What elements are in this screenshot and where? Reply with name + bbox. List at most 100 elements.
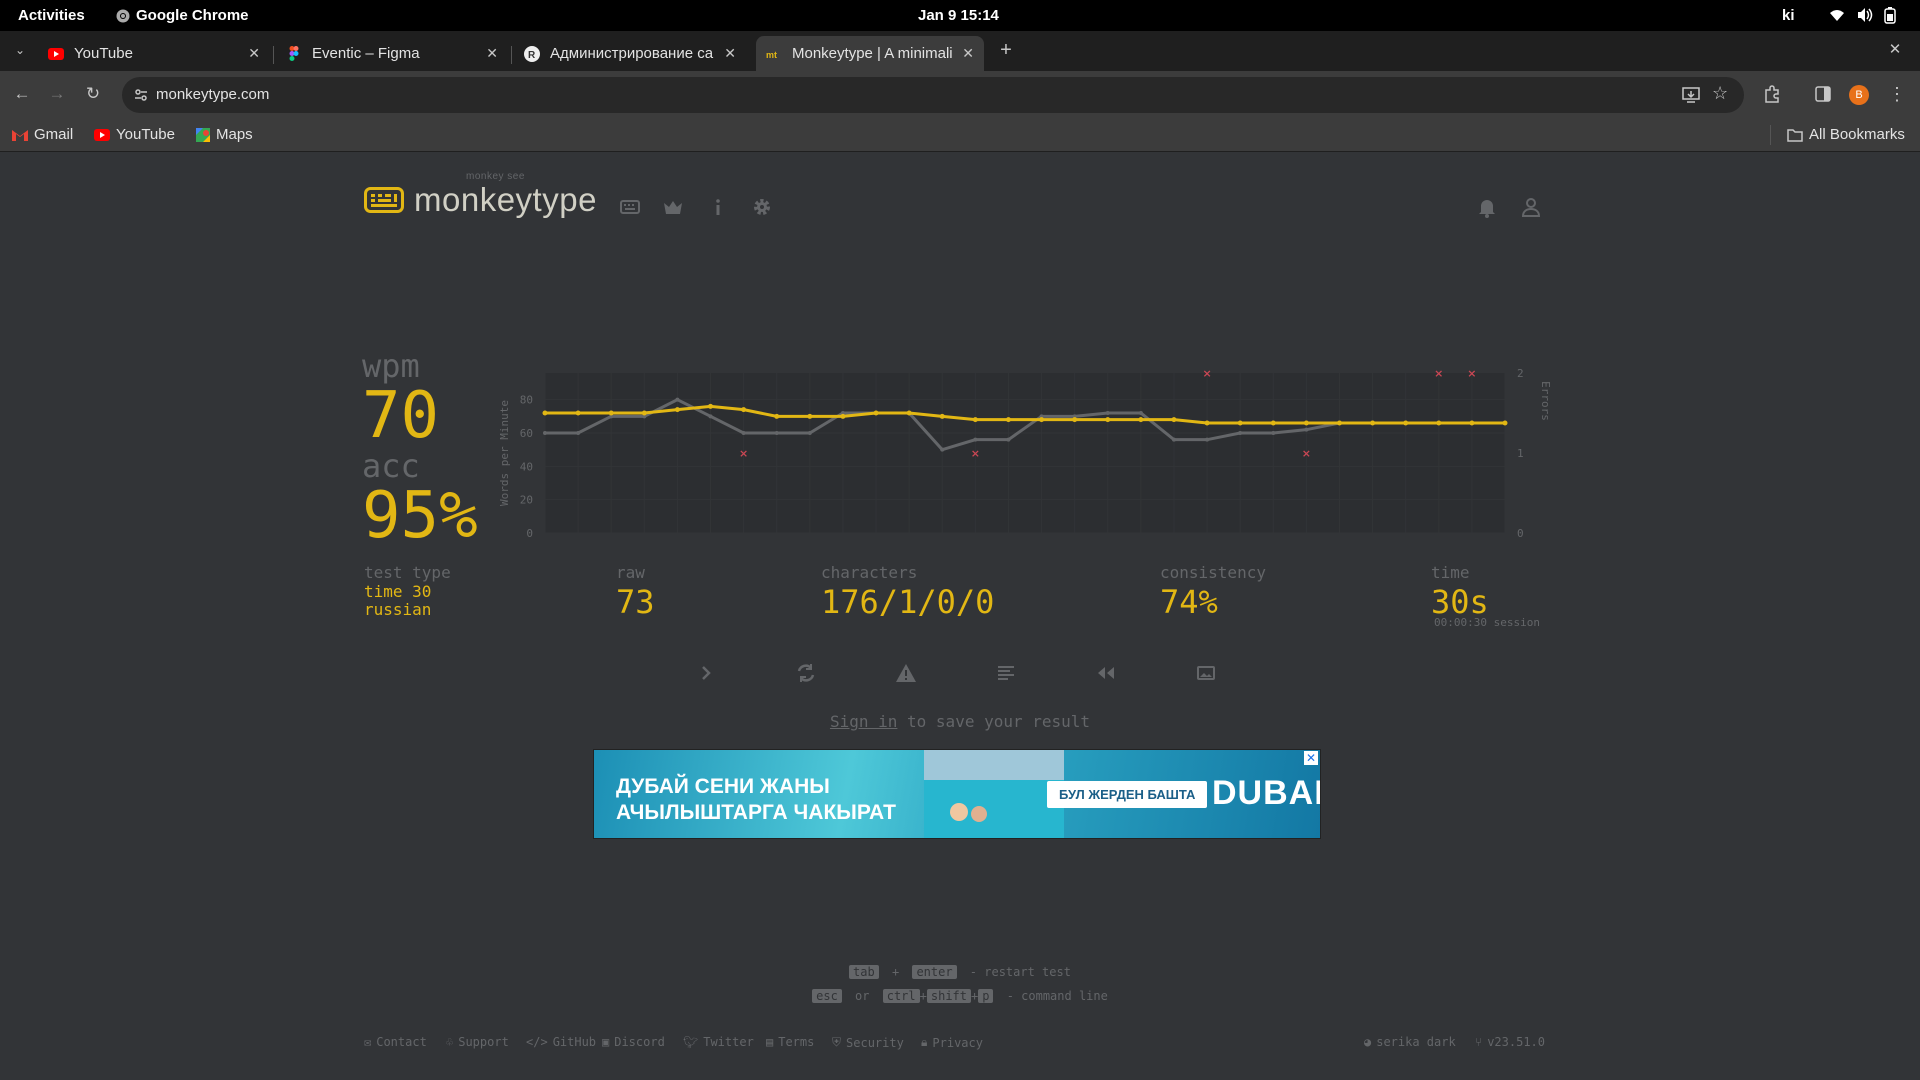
maps-icon [196, 127, 210, 142]
repeat-test-icon[interactable] [793, 660, 819, 686]
wpm-label: wpm [362, 347, 420, 385]
gear-icon[interactable] [750, 195, 774, 219]
tab-figma[interactable]: Eventic – Figma ✕ [276, 36, 508, 71]
sign-in-link[interactable]: Sign in [830, 712, 897, 731]
wpm-value[interactable]: 70 [362, 381, 439, 451]
close-icon[interactable]: ✕ [724, 45, 736, 62]
raw-point [1138, 411, 1143, 415]
error-marker: × [1302, 447, 1311, 460]
footer-link-label: GitHub [552, 1035, 597, 1049]
all-bookmarks[interactable]: All Bookmarks [1787, 126, 1905, 143]
test-type-language[interactable]: russian [364, 601, 431, 619]
new-tab-plus-icon[interactable]: + [996, 40, 1016, 60]
bookmark-gmail[interactable]: Gmail [12, 126, 73, 143]
tab-monkeytype[interactable]: mt Monkeytype | A minimali ✕ [756, 36, 984, 71]
bell-icon[interactable] [1475, 195, 1499, 219]
footer-twitter[interactable]: 🐦︎ Twitter [683, 1035, 754, 1049]
logo[interactable]: monkey see monkeytype [364, 171, 597, 219]
time-label: time [1431, 563, 1470, 582]
user-icon[interactable] [1519, 195, 1543, 219]
x-tick-label: 5 [674, 541, 681, 543]
wpm-point [542, 410, 548, 416]
info-icon[interactable] [706, 195, 730, 219]
svg-text:R: R [528, 50, 536, 61]
x-tick-label: 15 [1002, 541, 1015, 543]
footer-terms[interactable]: ▤ Terms [766, 1035, 814, 1049]
install-app-icon[interactable] [1682, 87, 1700, 103]
extensions-icon[interactable] [1763, 85, 1781, 103]
kbd-p: p [978, 989, 994, 1003]
x-tick-label: 25 [1333, 541, 1346, 543]
acc-value[interactable]: 95% [362, 481, 478, 551]
x-tick-label: 13 [936, 541, 949, 543]
clock[interactable]: Jan 9 15:14 [918, 7, 999, 24]
tab-youtube[interactable]: YouTube ✕ [38, 36, 270, 71]
back-arrow-icon[interactable]: ← [12, 84, 32, 104]
bookmark-maps[interactable]: Maps [196, 126, 253, 143]
footer-link-label: Support [458, 1035, 509, 1049]
ad-cta-button[interactable]: БУЛ ЖЕРДЕН БАШТА [1047, 781, 1208, 808]
bookmark-star-icon[interactable]: ☆ [1712, 83, 1728, 104]
forward-arrow-icon[interactable]: → [47, 84, 67, 104]
wpm-point [608, 410, 614, 416]
youtube-icon [48, 46, 64, 62]
tab-admin[interactable]: R Администрирование са ✕ [514, 36, 746, 71]
logo-wordmark: monkeytype [414, 181, 597, 218]
footer-version[interactable]: ⑂ v23.51.0 [1475, 1035, 1545, 1049]
reload-icon[interactable]: ↻ [83, 84, 103, 104]
x-tick-label: 17 [1068, 541, 1081, 543]
y2-tick-label: 1 [1517, 447, 1524, 460]
side-panel-icon[interactable] [1815, 86, 1831, 102]
wpm-point [1469, 420, 1475, 426]
footer-discord[interactable]: ▣ Discord [602, 1035, 665, 1049]
replay-icon[interactable] [1093, 660, 1119, 686]
advertisement-banner[interactable]: ДУБАЙ СЕНИ ЖАНЫ АЧЫЛЫШТАРГА ЧАКЫРАТ БУЛ Ж… [593, 749, 1321, 839]
browser-toolbar: ← → ↻ monkeytype.com ☆ B ⋮ [0, 71, 1920, 118]
footer-contact[interactable]: ✉ Contact [364, 1035, 427, 1049]
profile-avatar[interactable]: B [1849, 85, 1869, 105]
footer-github[interactable]: </> GitHub [526, 1035, 596, 1049]
logo-text: monkey see monkeytype [414, 171, 597, 219]
plot-area [545, 373, 1505, 533]
screenshot-icon[interactable] [1193, 660, 1219, 686]
keyboard-icon[interactable] [618, 195, 642, 219]
activities-button[interactable]: Activities [18, 7, 85, 24]
raw-value[interactable]: 73 [616, 583, 655, 621]
keyboard-layout[interactable]: ki [1782, 7, 1795, 24]
wpm-point [1436, 420, 1442, 426]
crown-icon[interactable] [661, 195, 685, 219]
word-history-icon[interactable] [993, 660, 1019, 686]
wpm-point [906, 410, 912, 416]
x-tick-label: 3 [608, 541, 615, 543]
footer-theme[interactable]: ◕ serika dark [1364, 1035, 1456, 1049]
x-tick-label: 29 [1465, 541, 1478, 543]
footer-security[interactable]: ⛨ Security [832, 1035, 904, 1050]
app-menu[interactable]: Google Chrome [116, 7, 249, 24]
tab-label: Monkeytype | A minimali [792, 45, 953, 62]
bookmark-label: Gmail [34, 126, 74, 143]
characters-value[interactable]: 176/1/0/0 [821, 583, 994, 621]
site-info-icon[interactable] [134, 88, 148, 102]
system-status[interactable] [1828, 6, 1896, 24]
close-icon[interactable]: ✕ [486, 45, 498, 62]
close-icon[interactable]: ✕ [248, 45, 260, 62]
next-test-icon[interactable] [693, 660, 719, 686]
version-text: v23.51.0 [1487, 1035, 1545, 1049]
chrome-icon [116, 9, 130, 22]
footer-support[interactable]: ♧ Support [446, 1035, 509, 1049]
consistency-value[interactable]: 74% [1160, 583, 1218, 621]
bookmark-youtube[interactable]: YouTube [94, 126, 175, 143]
x-tick-label: 7 [740, 541, 747, 543]
wpm-chart[interactable]: 0204060800121357911131517192123252729 ××… [490, 343, 1560, 543]
wpm-point [972, 417, 978, 423]
footer-privacy[interactable]: 🔒︎ Privacy [921, 1035, 983, 1050]
ad-close-icon[interactable]: ✕ [1304, 751, 1318, 765]
warning-icon[interactable] [893, 660, 919, 686]
window-close-icon[interactable]: ✕ [1885, 40, 1905, 60]
tab-search-chevron-icon[interactable]: ⌄ [10, 40, 30, 60]
wpm-point [1105, 417, 1111, 423]
test-type-mode[interactable]: time 30 [364, 583, 431, 601]
close-icon[interactable]: ✕ [962, 45, 974, 62]
menu-kebab-icon[interactable]: ⋮ [1887, 84, 1907, 104]
address-bar[interactable]: monkeytype.com ☆ [122, 77, 1744, 113]
